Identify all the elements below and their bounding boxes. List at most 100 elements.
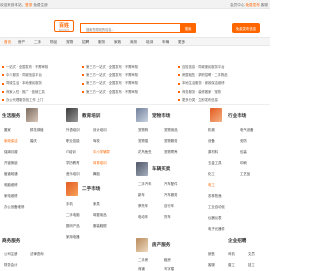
promo-link[interactable]: 第三方一站式 · 全国发布 · 不需审核 [82, 89, 138, 97]
register-link[interactable]: 免费注册 [32, 3, 47, 7]
house-item[interactable]: 租房 [164, 257, 171, 262]
company-item[interactable]: 技工 [248, 262, 255, 267]
pets-item[interactable]: 宠物用品 [164, 127, 178, 132]
nav-item-home[interactable]: 首页 [4, 40, 11, 45]
edu-item[interactable]: 中小学辅导 [93, 149, 110, 154]
house-item[interactable]: 二手房 [138, 257, 148, 262]
nav-item-jobs[interactable]: 招聘 [82, 40, 89, 45]
life-item[interactable]: 管道疏通 [4, 171, 18, 176]
secondhand-thumbnail[interactable] [66, 182, 78, 196]
life-thumbnail[interactable] [26, 108, 38, 122]
secondhand-item[interactable]: 手机 [66, 201, 73, 206]
life-item[interactable]: 电脑维修 [4, 182, 18, 187]
life-item[interactable]: 开锁换锁 [4, 160, 18, 165]
nav-item-business[interactable]: 商务 [130, 40, 137, 45]
promo-link[interactable]: 百姓信息 · 同城便民服务平台 [178, 64, 227, 72]
life-item[interactable]: 家政保洁 [4, 138, 18, 143]
secondhand-item[interactable]: 母婴用品 [93, 212, 107, 217]
house-item[interactable]: 商铺 [138, 266, 145, 271]
secondhand-item[interactable]: 数码产品 [66, 223, 80, 228]
industry-item[interactable]: 机械 [208, 127, 215, 132]
car-item[interactable]: 货车 [164, 214, 171, 219]
company-item[interactable]: 普工 [228, 262, 235, 267]
life-item[interactable]: 搬家 [4, 127, 11, 132]
secondhand-item[interactable]: 二手电脑 [66, 212, 80, 217]
secondhand-item[interactable]: 家用电器 [66, 234, 80, 239]
car-item[interactable]: 汽车服务 [164, 192, 178, 197]
edu-item[interactable]: 设计培训 [93, 127, 107, 132]
promo-link[interactable]: 商家入驻 · 推广 · 营销工具 [2, 89, 48, 97]
edu-item[interactable]: IT培训 [66, 149, 76, 154]
business-item[interactable]: 法律咨询 [30, 251, 44, 256]
service-link[interactable]: 客服 [260, 3, 268, 7]
nav-item-service[interactable]: 服务 [98, 40, 105, 45]
business-item[interactable]: 财务会计 [4, 262, 18, 267]
car-item[interactable]: 新车 [138, 192, 145, 197]
nav-item-secondhand[interactable]: 二手 [34, 40, 41, 45]
company-item[interactable]: 客服 [208, 262, 215, 267]
promo-link[interactable]: 第三方一站式 · 全国发布 · 不需审核 [82, 64, 138, 72]
pets-item[interactable]: 宠物服务 [164, 138, 178, 143]
car-item[interactable]: 汽车配件 [164, 181, 178, 186]
edu-item[interactable]: 职业技能 [66, 138, 80, 143]
top-post-link[interactable]: 免费发布 [245, 3, 259, 7]
edu-item[interactable]: 驾校 [93, 138, 100, 143]
nav-item-housekeeping[interactable]: 家政 [114, 40, 121, 45]
pets-item[interactable]: 宠物狗 [138, 127, 148, 132]
promo-link[interactable]: 同城生活 · 本地便民服务 [2, 80, 48, 88]
industry-item[interactable]: 工业自动化 [208, 204, 225, 209]
pets-item[interactable]: 宠物寄养 [164, 149, 178, 154]
industry-item[interactable]: 农林牧渔 [208, 193, 222, 198]
nav-item-training[interactable]: 培训 [146, 40, 153, 45]
business-item[interactable]: 公司注册 [4, 251, 18, 256]
promo-link[interactable]: 第三方一站式 · 全国发布 · 不需审核 [82, 72, 138, 80]
industry-item[interactable]: 仪器仪表 [208, 215, 222, 220]
house-item[interactable]: 写字楼 [164, 266, 174, 271]
life-item[interactable]: 鲜花绿植 [30, 127, 44, 132]
car-item[interactable]: 电动车 [138, 214, 148, 219]
industry-item[interactable]: 包装 [240, 149, 247, 154]
car-item[interactable]: 摩托车 [138, 203, 148, 208]
company-item[interactable]: 司机 [228, 251, 235, 256]
pets-thumbnail[interactable] [136, 108, 148, 122]
industry-item[interactable]: 五金工具 [208, 160, 222, 165]
pets-item[interactable]: 宠物猫 [138, 138, 148, 143]
industry-item[interactable]: 电气设备 [240, 127, 254, 132]
nav-item-pets[interactable]: 宠物 [66, 40, 73, 45]
promo-link[interactable]: 中介服务 · 同城信息平台 [2, 72, 48, 80]
company-item[interactable]: 文员 [248, 251, 255, 256]
edu-item[interactable]: 学历教育 [66, 160, 80, 165]
life-item[interactable]: 保姆月嫂 [4, 149, 18, 154]
search-button[interactable]: 搜索 [180, 23, 196, 33]
life-item[interactable]: 婚庆 [30, 138, 37, 143]
edu-item[interactable]: 舞蹈 [93, 171, 100, 176]
edu-item[interactable]: 音乐培训 [66, 171, 80, 176]
car-thumbnail[interactable] [136, 162, 148, 176]
house-thumbnail[interactable] [136, 238, 148, 252]
secondhand-item[interactable]: 家具 [93, 201, 100, 206]
promo-link[interactable]: 房屋租售 · 求职招聘 · 二手物品 [178, 72, 227, 80]
site-logo[interactable]: 百姓 BAIXING [54, 20, 74, 32]
industry-item[interactable]: 安防 [240, 138, 247, 143]
life-item[interactable]: 办公设备维修 [4, 204, 24, 209]
promo-link[interactable]: 商务服务 · 装修搬家 · 宠物 [178, 89, 227, 97]
post-info-button[interactable]: 免费发布信息 [232, 23, 260, 33]
edu-item[interactable]: 外语培训 [66, 127, 80, 132]
life-item[interactable]: 家电维修 [4, 193, 18, 198]
search-input[interactable] [80, 23, 180, 33]
industry-item[interactable]: 印刷 [240, 160, 247, 165]
car-item[interactable]: 自行车 [164, 203, 174, 208]
promo-link[interactable]: 第三方一站式 · 全国发布 · 不需审核 [82, 80, 138, 88]
pets-item[interactable]: 花鸟鱼虫 [138, 149, 152, 154]
company-item[interactable]: 销售 [208, 251, 215, 256]
edu-thumbnail[interactable] [66, 108, 78, 122]
industry-item[interactable]: 电子元器件 [208, 226, 225, 231]
secondhand-item[interactable]: 服装鞋帽 [93, 223, 107, 228]
industry-item[interactable]: 工艺品 [240, 171, 250, 176]
industry-item[interactable]: 电工 [208, 182, 215, 187]
industry-item[interactable]: 设备 [208, 138, 215, 143]
edu-item[interactable]: 体育培训 [93, 160, 107, 165]
nav-item-house[interactable]: 房产 [18, 40, 25, 45]
nav-item-cars[interactable]: 车辆 [162, 40, 169, 45]
industry-item[interactable]: 化工 [208, 171, 215, 176]
